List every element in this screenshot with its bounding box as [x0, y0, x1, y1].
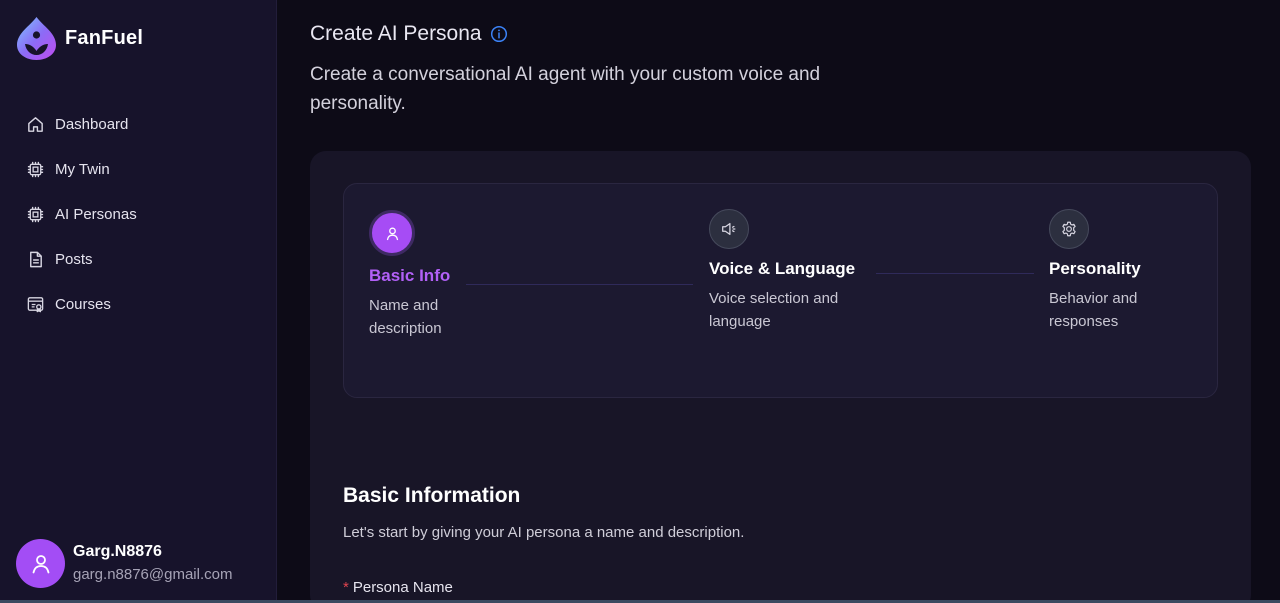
step-description: Voice selection and language — [709, 290, 839, 330]
user-email: garg.n8876@gmail.com — [73, 566, 233, 583]
home-icon — [26, 115, 45, 134]
step-description: Behavior and responses — [1049, 290, 1138, 330]
document-icon — [26, 250, 45, 269]
step-personality[interactable]: Personality Behavior and responses — [1049, 209, 1169, 333]
sidebar-item-label: Posts — [55, 250, 93, 268]
step-circle — [1049, 209, 1089, 249]
persona-name-label-text: Persona Name — [352, 579, 453, 596]
section-title: Basic Information — [343, 484, 521, 507]
brand[interactable]: FanFuel — [16, 16, 143, 61]
user-profile[interactable]: Garg.N8876 garg.n8876@gmail.com — [16, 539, 232, 588]
step-title: Basic Info — [369, 266, 451, 285]
user-icon — [32, 554, 49, 573]
avatar — [16, 539, 65, 588]
sidebar-item-label: My Twin — [55, 160, 110, 178]
step-basic-info[interactable]: Basic Info Name and description — [369, 210, 474, 340]
page-subtitle: Create a conversational AI agent with yo… — [310, 64, 821, 114]
sidebar-item-label: AI Personas — [55, 205, 137, 223]
sidebar-item-dashboard[interactable]: Dashboard — [26, 112, 256, 136]
sidebar-item-my-twin[interactable]: My Twin — [26, 157, 256, 181]
user-name: Garg.N8876 — [73, 543, 162, 560]
sidebar-item-posts[interactable]: Posts — [26, 247, 256, 271]
step-title: Personality — [1049, 259, 1141, 278]
page-title: Create AI Persona — [310, 22, 508, 46]
step-title: Voice & Language — [709, 259, 856, 278]
sidebar-item-label: Courses — [55, 295, 111, 313]
brand-name: FanFuel — [65, 27, 144, 49]
step-connector — [466, 284, 693, 285]
section-description: Let's start by giving your AI persona a … — [343, 524, 745, 541]
step-circle — [369, 210, 415, 256]
page-title-text: Create AI Persona — [310, 22, 482, 45]
sidebar-item-ai-personas[interactable]: AI Personas — [26, 202, 256, 226]
chip-icon — [26, 160, 45, 179]
user-icon — [386, 227, 398, 240]
persona-name-label: * Persona Name — [343, 579, 453, 596]
sidebar-item-label: Dashboard — [55, 115, 129, 133]
required-mark: * — [343, 579, 349, 596]
create-persona-card: Basic Info Name and description Voice & … — [310, 151, 1251, 603]
chip-icon — [26, 205, 45, 224]
sidebar: FanFuel Dashboard My Twin AI Personas Po… — [0, 0, 277, 603]
step-description: Name and description — [369, 297, 442, 337]
step-voice-language[interactable]: Voice & Language Voice selection and lan… — [709, 209, 869, 333]
stepper: Basic Info Name and description Voice & … — [343, 183, 1218, 398]
sidebar-nav: Dashboard My Twin AI Personas Posts Cour… — [26, 112, 256, 337]
sidebar-item-courses[interactable]: Courses — [26, 292, 256, 316]
courses-icon — [26, 295, 45, 314]
speaker-icon — [722, 222, 736, 236]
gear-icon — [1062, 221, 1076, 237]
step-connector — [876, 273, 1034, 274]
step-circle — [709, 209, 749, 249]
info-icon[interactable] — [490, 25, 508, 43]
fanfuel-logo-icon — [17, 17, 56, 60]
